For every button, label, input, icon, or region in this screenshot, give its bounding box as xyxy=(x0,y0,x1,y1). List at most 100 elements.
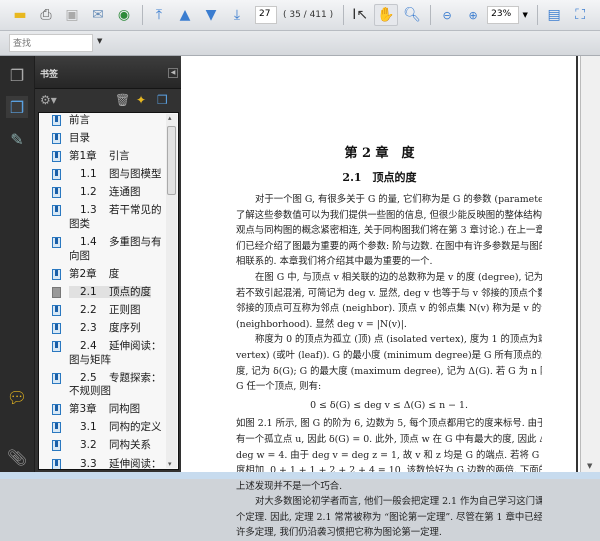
bookmark-item[interactable]: 2.3 度序列 xyxy=(39,321,178,337)
bookmarks-icon[interactable]: ❒ xyxy=(6,96,28,118)
bookmarks-panel: 书签 ◀ ⚙▾ 🗑︎ ✦ ❒ 前言目录第1章 引言 1.1 图与图模型 1.2 连通图 1.… xyxy=(34,56,182,472)
text-line: 若不致引起混淆, 可简记为 deg v. 显然, deg v 也等于与 v 邻接… xyxy=(236,287,542,299)
scrollbar-thumb[interactable] xyxy=(167,126,176,195)
bookmark-text: 2.2 正则图 xyxy=(69,304,141,316)
upload-web-icon[interactable]: ◉ xyxy=(112,4,136,26)
bookmark-text: 1.4 多重图与有向图 xyxy=(69,236,162,262)
zoom-in-icon[interactable]: ⊕ xyxy=(461,4,485,26)
text-line: 度, 记为 δ(G); G 的最大度 (maximum degree), 记为 … xyxy=(236,365,542,377)
bookmark-item[interactable]: 2.5 专题探索：不规则图 xyxy=(39,371,178,400)
signatures-icon[interactable]: ✎ xyxy=(6,128,28,150)
text-line: G 任一个顶点, 则有: xyxy=(236,381,322,393)
save-icon[interactable]: ▣ xyxy=(60,4,84,26)
options-gear-icon[interactable]: ⚙▾ xyxy=(40,93,57,107)
bookmark-text: 1.3 若干常见的图类 xyxy=(69,204,162,230)
bookmark-number: 1.3 xyxy=(80,204,97,217)
bookmark-icon xyxy=(52,322,61,334)
bookmark-icon xyxy=(52,151,61,163)
scroll-down-icon[interactable]: ▾ xyxy=(168,460,172,468)
expand-bookmark-icon[interactable]: ❒ xyxy=(157,93,168,107)
main-toolbar: ▬ ⎙ ▣ ✉ ◉ ⤒ ▲ ▼ ⤓ 27 ( 35 / 411 ) I↖ ✋ 🔍… xyxy=(0,0,600,31)
bookmark-icon xyxy=(52,286,61,298)
email-icon[interactable]: ✉ xyxy=(86,4,110,26)
bookmark-text: 3.2 同构关系 xyxy=(69,439,151,451)
text-line: 上述发现并不是一个巧合. xyxy=(236,480,343,492)
formula: 0 ≤ δ(G) ≤ deg v ≤ Δ(G) ≤ n − 1. xyxy=(310,399,468,411)
pages-icon[interactable]: ❐ xyxy=(6,64,28,86)
delete-bookmark-icon[interactable]: 🗑︎ xyxy=(115,93,130,107)
bookmark-item[interactable]: 2.2 正则图 xyxy=(39,303,178,319)
text-line: 邻接的顶点可互称为邻点 (neighbor). 顶点 v 的邻点集 N(v) 称… xyxy=(236,303,542,315)
find-dropdown-icon[interactable]: ▼ xyxy=(97,37,102,45)
attachments-icon[interactable]: 📎︎ xyxy=(6,446,28,468)
bookmark-item[interactable]: 3.2 同构关系 xyxy=(39,438,178,454)
zoom-out-icon[interactable]: ⊖ xyxy=(435,4,459,26)
bookmark-toolbar: ⚙▾ 🗑︎ ✦ ❒ xyxy=(35,89,182,112)
comments-icon[interactable]: 💬︎ xyxy=(6,386,28,408)
document-page: 第 2 章 度 2.1 顶点的度 对于一个图 G, 有很多关于 G 的量, 它们… xyxy=(181,56,578,538)
last-page-icon[interactable]: ⤓ xyxy=(225,4,249,26)
bookmark-icon xyxy=(52,115,61,126)
bookmark-text: 1.1 图与图模型 xyxy=(69,168,162,180)
bookmark-item[interactable]: 目录 xyxy=(39,131,178,147)
bookmark-text: 第2章度 xyxy=(69,268,119,280)
bookmark-icon xyxy=(52,404,61,416)
bookmark-icon xyxy=(52,458,61,469)
previous-page-icon[interactable]: ▲ xyxy=(173,4,197,26)
fit-width-icon[interactable]: ▤ xyxy=(542,4,566,26)
document-body: 对于一个图 G, 有很多关于 G 的量, 它们称为是 G 的参数 (parame… xyxy=(236,192,542,541)
bookmark-item[interactable]: 2.4 延伸阅读：图与矩阵 xyxy=(39,339,178,368)
bookmark-number: 3.3 xyxy=(80,457,97,470)
zoom-marquee-icon[interactable]: 🔍︎ xyxy=(400,4,424,26)
bookmark-number: 第2章 xyxy=(69,267,97,280)
bookmark-number: 2.4 xyxy=(80,340,97,353)
page-number-input[interactable]: 27 xyxy=(255,6,277,24)
new-bookmark-icon[interactable]: ✦ xyxy=(136,93,146,107)
text-line: 在图 G 中, 与顶点 v 相关联的边的总数称为是 v 的度 (degree),… xyxy=(255,271,542,283)
bookmark-item[interactable]: 第1章 引言 xyxy=(39,149,178,165)
panel-header: 书签 ◀ xyxy=(35,56,182,89)
bookmark-item[interactable]: 3.3延伸阅读：图与群 xyxy=(39,457,178,470)
hand-tool-icon[interactable]: ✋ xyxy=(374,4,399,26)
print-icon[interactable]: ⎙ xyxy=(34,4,58,26)
bookmark-number: 1.1 xyxy=(80,168,97,181)
document-viewer: 第 2 章 度 2.1 顶点的度 对于一个图 G, 有很多关于 G 的量, 它们… xyxy=(181,56,600,538)
bookmark-text: 2.5 专题探索：不规则图 xyxy=(69,372,162,398)
bookmark-item[interactable]: 1.3 若干常见的图类 xyxy=(39,203,178,232)
bookmark-label: 引言 xyxy=(108,150,130,163)
bookmark-scrollbar[interactable]: ▴ ▾ xyxy=(166,114,177,468)
bookmark-icon xyxy=(52,422,61,434)
bookmark-item[interactable]: 1.1 图与图模型 xyxy=(39,167,178,183)
bookmark-item[interactable]: 2.1 顶点的度 xyxy=(39,285,178,301)
bookmark-label: 度 xyxy=(108,267,120,280)
status-bar xyxy=(0,472,600,479)
open-folder-icon[interactable]: ▬ xyxy=(8,4,32,26)
text-select-icon[interactable]: I↖ xyxy=(348,4,372,26)
document-scrollbar[interactable]: ▼ xyxy=(580,56,600,472)
zoom-level-input[interactable]: 23% xyxy=(487,6,520,24)
bookmark-icon xyxy=(52,341,61,353)
bookmark-item[interactable]: 前言 xyxy=(39,113,178,129)
bookmark-item[interactable]: 第2章度 xyxy=(39,267,178,283)
bookmark-item[interactable]: 1.4 多重图与有向图 xyxy=(39,235,178,264)
bookmark-icon xyxy=(52,237,61,249)
text-line: vertex) (或叶 (leaf)). G 的最小度 (minimum deg… xyxy=(236,349,542,361)
bookmark-item[interactable]: 第3章 同构图 xyxy=(39,402,178,418)
scroll-up-icon[interactable]: ▴ xyxy=(168,114,172,122)
next-page-icon[interactable]: ▼ xyxy=(199,4,223,26)
text-line: 对大多数图论初学者而言, 他们一般会把定理 2.1 作为自己学习这门课的第一 xyxy=(255,496,542,508)
bookmark-label: 度序列 xyxy=(109,321,141,334)
collapse-panel-button[interactable]: ◀ xyxy=(168,68,178,78)
zoom-dropdown-icon[interactable]: ▼ xyxy=(519,4,531,26)
bookmark-label: 图与图模型 xyxy=(109,168,162,181)
bookmark-icon xyxy=(52,187,61,199)
bookmark-item[interactable]: 3.1 同构的定义 xyxy=(39,420,178,436)
fit-page-icon[interactable]: ⛶ xyxy=(568,4,592,26)
find-input[interactable] xyxy=(9,34,93,52)
bookmark-label: 前言 xyxy=(69,114,90,126)
bookmark-icon xyxy=(52,440,61,452)
scroll-down-icon[interactable]: ▼ xyxy=(587,462,592,470)
text-line: 有一个孤立点 u, 因此 δ(G) = 0. 此外, 顶点 w 在 G 中有最大… xyxy=(236,433,542,445)
bookmark-item[interactable]: 1.2 连通图 xyxy=(39,185,178,201)
first-page-icon[interactable]: ⤒ xyxy=(147,4,171,26)
